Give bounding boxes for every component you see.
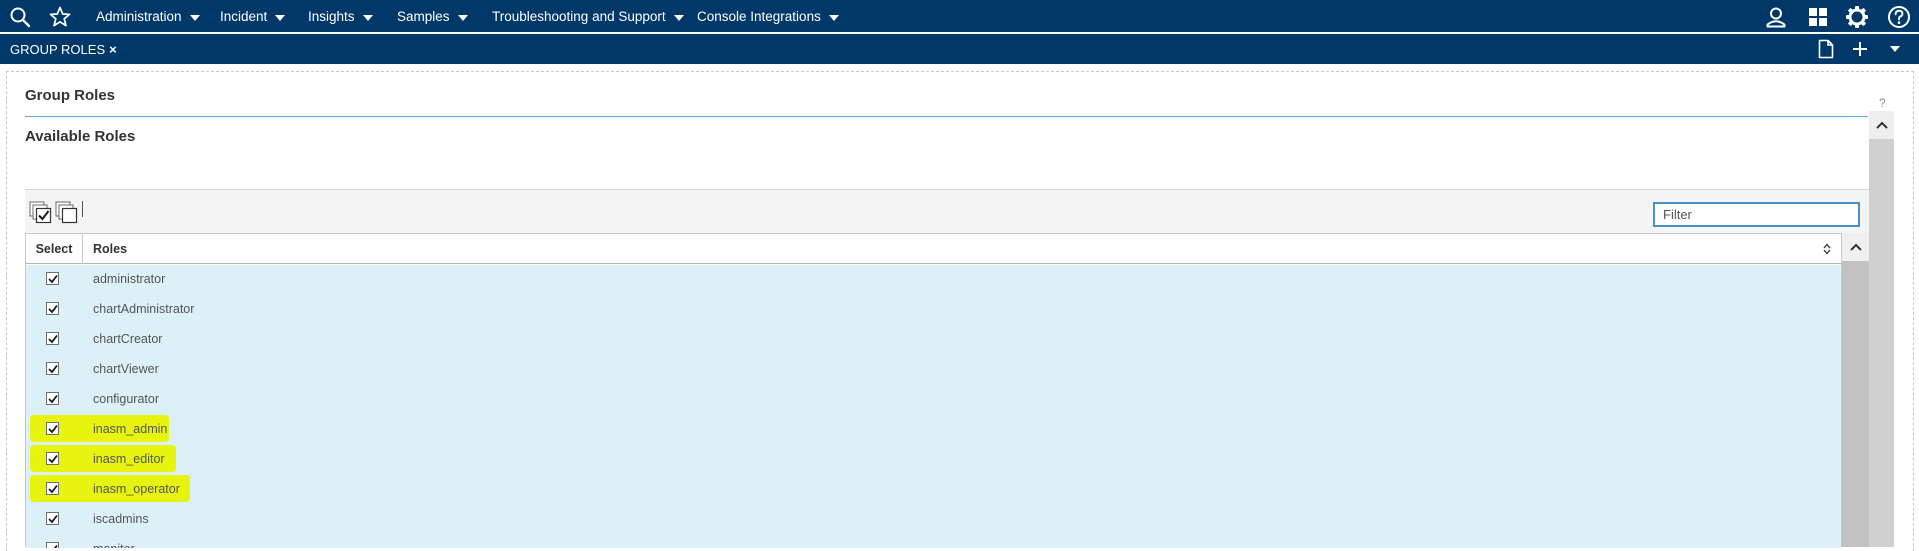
- tab-bar: GROUP ROLES ×: [0, 34, 1919, 64]
- row-checkbox[interactable]: [46, 482, 59, 495]
- table-row[interactable]: administrator: [26, 265, 1841, 295]
- table-row[interactable]: inasm_admin: [26, 415, 1841, 445]
- add-icon[interactable]: [1846, 34, 1874, 64]
- sort-icon[interactable]: [1823, 243, 1831, 255]
- role-name: inasm_editor: [93, 452, 165, 466]
- deselect-all-icon[interactable]: [55, 200, 79, 224]
- panel-title: Group Roles: [25, 87, 116, 104]
- menu-troubleshooting-and-support[interactable]: Troubleshooting and Support: [492, 0, 684, 33]
- help-icon[interactable]: [1883, 0, 1915, 33]
- row-checkbox[interactable]: [46, 332, 59, 345]
- table-row[interactable]: chartCreator: [26, 325, 1841, 355]
- role-name: configurator: [93, 392, 160, 406]
- menu-incident[interactable]: Incident: [220, 0, 286, 33]
- section-title: Available Roles: [25, 128, 136, 145]
- role-name: inasm_operator: [93, 482, 180, 496]
- select-all-icon[interactable]: [29, 200, 53, 224]
- menu-label: Samples: [397, 9, 450, 24]
- column-header-roles[interactable]: Roles: [83, 234, 1841, 264]
- caret-down-icon: [828, 15, 839, 21]
- caret-down-icon: [457, 15, 468, 21]
- title-divider: [25, 116, 1868, 117]
- top-navigation-bar: Administration Incident Insights Samples…: [0, 0, 1919, 33]
- table-header: Select Roles: [26, 234, 1841, 264]
- table-toolbar: [25, 190, 1869, 233]
- menu-label: Incident: [220, 9, 268, 24]
- role-name: monitor: [93, 542, 135, 548]
- caret-down-icon: [362, 15, 373, 21]
- table-row[interactable]: inasm_editor: [26, 445, 1841, 475]
- menu-label: Troubleshooting and Support: [492, 9, 666, 24]
- row-checkbox[interactable]: [46, 542, 59, 548]
- gear-icon[interactable]: [1841, 0, 1873, 33]
- role-name: chartCreator: [93, 332, 163, 346]
- row-checkbox[interactable]: [46, 452, 59, 465]
- role-name: chartAdministrator: [93, 302, 195, 316]
- role-name: iscadmins: [93, 512, 149, 526]
- chevron-down-icon[interactable]: [1881, 34, 1909, 64]
- table-row[interactable]: chartAdministrator: [26, 295, 1841, 325]
- menu-samples[interactable]: Samples: [397, 0, 468, 33]
- row-checkbox[interactable]: [46, 512, 59, 525]
- column-header-label: Roles: [93, 242, 128, 256]
- role-name: inasm_admin: [93, 422, 168, 436]
- table-row[interactable]: configurator: [26, 385, 1841, 415]
- filter-input[interactable]: [1653, 202, 1860, 227]
- menu-console-integrations[interactable]: Console Integrations: [697, 0, 839, 33]
- row-checkbox[interactable]: [46, 302, 59, 315]
- row-checkbox[interactable]: [46, 272, 59, 285]
- help-icon[interactable]: ?: [1879, 96, 1886, 110]
- row-checkbox[interactable]: [46, 422, 59, 435]
- table-scrollbar[interactable]: [1842, 233, 1869, 547]
- new-page-icon[interactable]: [1812, 34, 1840, 64]
- caret-down-icon: [673, 15, 684, 21]
- menu-label: Administration: [96, 9, 182, 24]
- star-icon[interactable]: [44, 0, 76, 33]
- role-name: chartViewer: [93, 362, 159, 376]
- tab-label: GROUP ROLES: [10, 41, 106, 57]
- table-row[interactable]: chartViewer: [26, 355, 1841, 385]
- column-header-select[interactable]: Select: [26, 234, 83, 264]
- panel-scrollbar[interactable]: [1869, 111, 1894, 547]
- apps-grid-icon[interactable]: [1802, 0, 1834, 33]
- table-row[interactable]: inasm_operator: [26, 475, 1841, 505]
- close-tab-icon[interactable]: ×: [109, 42, 117, 57]
- caret-down-icon: [275, 15, 286, 21]
- table-row[interactable]: iscadmins: [26, 505, 1841, 535]
- search-icon[interactable]: [4, 0, 36, 33]
- user-icon[interactable]: [1760, 0, 1792, 33]
- tab-group-roles[interactable]: GROUP ROLES ×: [10, 34, 117, 64]
- menu-label: Insights: [308, 9, 355, 24]
- roles-table: Select Roles administrator chartAdministr…: [25, 233, 1842, 548]
- menu-administration[interactable]: Administration: [96, 0, 200, 33]
- menu-label: Console Integrations: [697, 9, 821, 24]
- caret-down-icon: [189, 15, 200, 21]
- menu-insights[interactable]: Insights: [308, 0, 373, 33]
- row-checkbox[interactable]: [46, 362, 59, 375]
- table-row[interactable]: monitor: [26, 535, 1841, 548]
- toolbar-separator: [82, 201, 83, 217]
- role-name: administrator: [93, 272, 166, 286]
- table-body: administrator chartAdministrator chartCrea…: [26, 265, 1841, 548]
- row-checkbox[interactable]: [46, 392, 59, 405]
- scroll-up-icon[interactable]: [1842, 233, 1869, 261]
- scroll-up-icon[interactable]: [1869, 111, 1894, 139]
